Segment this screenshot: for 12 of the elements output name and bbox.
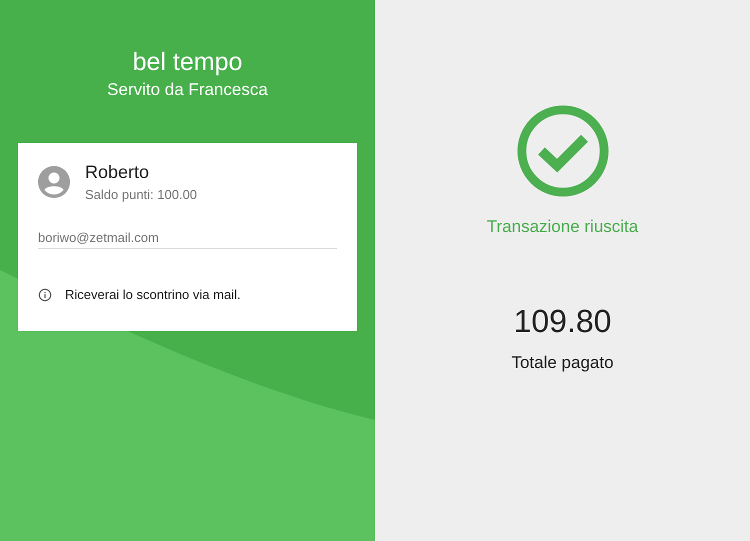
status-text: Transazione riuscita bbox=[486, 217, 638, 237]
served-by: Servito da Francesca bbox=[107, 79, 268, 101]
customer-name: Roberto bbox=[85, 161, 150, 183]
success-check-icon bbox=[516, 104, 610, 198]
info-icon bbox=[38, 288, 52, 302]
avatar-icon bbox=[38, 166, 70, 198]
points-balance: Saldo punti: 100.00 bbox=[85, 187, 198, 202]
amount-label: Totale pagato bbox=[511, 353, 614, 373]
store-name: bel tempo bbox=[132, 47, 244, 77]
receipt-notice: Riceverai lo scontrino via mail. bbox=[65, 287, 241, 302]
amount-paid: 109.80 bbox=[514, 303, 612, 340]
email-field[interactable]: boriwo@zetmail.com bbox=[38, 230, 337, 249]
